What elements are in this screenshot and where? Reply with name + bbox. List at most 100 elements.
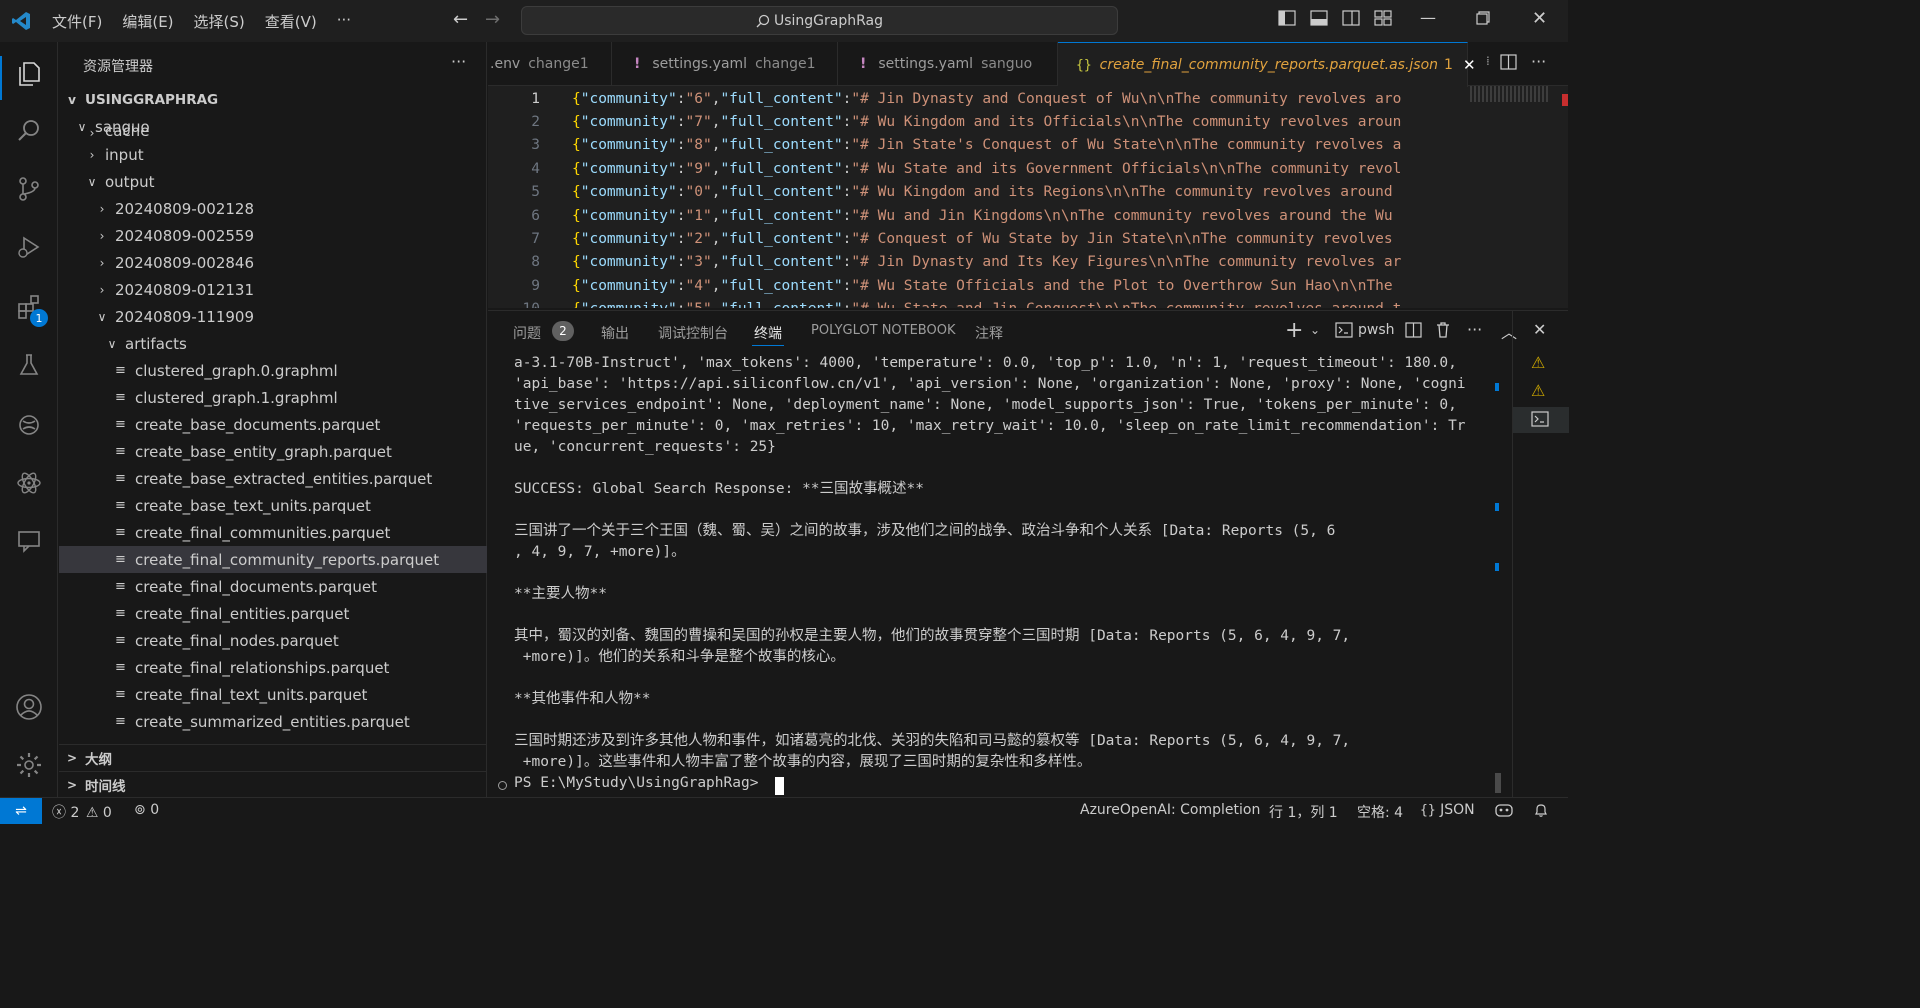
tree-file[interactable]: ≡ create_base_text_units.parquet bbox=[59, 492, 487, 519]
tab-problems[interactable]: 问题 bbox=[513, 323, 541, 343]
tree-folder[interactable]: › 20240809-002128 bbox=[59, 195, 487, 222]
split-terminal-icon[interactable] bbox=[1405, 322, 1422, 342]
tree-folder[interactable]: › cache bbox=[59, 126, 487, 140]
menu-file[interactable]: 文件(F) bbox=[52, 11, 102, 32]
tab-polyglot-notebook[interactable]: POLYGLOT NOTEBOOK bbox=[811, 323, 955, 338]
explorer-more-icon[interactable]: ··· bbox=[451, 52, 466, 71]
search-sidebar-icon[interactable] bbox=[14, 116, 44, 146]
tabs-overflow-icon[interactable]: ⁞ bbox=[1486, 54, 1490, 68]
terminal-instance[interactable] bbox=[1513, 407, 1569, 433]
tree-file[interactable]: ≡ create_final_relationships.parquet bbox=[59, 654, 487, 681]
warning-icon[interactable]: ⚠ bbox=[1531, 353, 1545, 372]
menu-more[interactable]: ··· bbox=[337, 11, 351, 32]
code-view[interactable]: 1{"community": "6", "full_content": "# Jin … bbox=[488, 86, 1468, 309]
tree-file[interactable]: ≡ create_base_entity_graph.parquet bbox=[59, 438, 487, 465]
react-atom-icon[interactable] bbox=[14, 468, 44, 498]
menu-edit[interactable]: 编辑(E) bbox=[122, 11, 173, 32]
new-terminal-icon[interactable]: + bbox=[1285, 318, 1303, 343]
ports-status[interactable]: ⊚ 0 bbox=[134, 802, 159, 818]
account-icon[interactable] bbox=[14, 692, 44, 722]
command-center-search[interactable]: UsingGraphRag bbox=[521, 6, 1118, 35]
tree-folder[interactable]: ∨ output bbox=[59, 168, 487, 195]
tab-env[interactable]: .env change1 bbox=[488, 42, 612, 86]
explorer-icon[interactable] bbox=[14, 58, 44, 88]
testing-icon[interactable] bbox=[14, 350, 44, 380]
close-window-icon[interactable]: ✕ bbox=[1532, 8, 1547, 29]
tree-file[interactable]: ≡ create_base_extracted_entities.parquet bbox=[59, 465, 487, 492]
forward-arrow-icon[interactable]: → bbox=[485, 9, 500, 30]
tree-folder[interactable]: › 20240809-012131 bbox=[59, 276, 487, 303]
tab-terminal[interactable]: 终端 bbox=[754, 323, 782, 343]
yaml-icon: ! bbox=[860, 56, 867, 72]
toggle-panel-icon[interactable] bbox=[1310, 10, 1328, 30]
source-control-icon[interactable] bbox=[14, 174, 44, 204]
tree-file[interactable]: ≡ create_base_documents.parquet bbox=[59, 411, 487, 438]
copilot-icon[interactable] bbox=[1494, 802, 1514, 822]
problems-status[interactable]: ⓧ 2 ⚠ 0 bbox=[52, 802, 112, 822]
settings-gear-icon[interactable] bbox=[14, 750, 44, 780]
tree-file[interactable]: ≡ create_final_nodes.parquet bbox=[59, 627, 487, 654]
terminal-scrollbar[interactable] bbox=[1495, 353, 1501, 793]
tree-file[interactable]: ≡ create_final_documents.parquet bbox=[59, 573, 487, 600]
editor-area: .env change1 ! settings.yaml change1 ! setti… bbox=[488, 42, 1568, 308]
editor-more-icon[interactable]: ··· bbox=[1531, 52, 1546, 71]
tree-folder[interactable]: ∨ artifacts bbox=[59, 330, 487, 357]
trash-icon[interactable] bbox=[1435, 321, 1451, 342]
tree-folder[interactable]: › input bbox=[59, 141, 487, 168]
tree-file[interactable]: ≡ clustered_graph.0.graphml bbox=[59, 357, 487, 384]
indentation-status[interactable]: 空格: 4 bbox=[1357, 802, 1403, 822]
remote-indicator-icon[interactable]: ⇌ bbox=[0, 798, 42, 824]
terminal-output[interactable]: a-3.1-70B-Instruct', 'max_tokens': 4000,… bbox=[514, 353, 1494, 794]
tree-file[interactable]: ≡ clustered_graph.1.graphml bbox=[59, 384, 487, 411]
restore-icon[interactable] bbox=[1476, 10, 1490, 29]
tree-folder[interactable]: › 20240809-002559 bbox=[59, 222, 487, 249]
tree-file[interactable]: ≡ create_summarized_entities.parquet bbox=[59, 708, 487, 735]
customize-layout-icon[interactable] bbox=[1374, 10, 1392, 30]
terminal-shell-name[interactable]: pwsh bbox=[1358, 322, 1395, 338]
tab-debug-console[interactable]: 调试控制台 bbox=[658, 323, 728, 343]
panel-more-icon[interactable]: ··· bbox=[1467, 320, 1482, 339]
chevron-down-icon[interactable]: ⌄ bbox=[1310, 323, 1320, 337]
tree-file[interactable]: ≡ create_final_communities.parquet bbox=[59, 519, 487, 546]
minimap[interactable] bbox=[1470, 86, 1550, 102]
file-lines-icon: ≡ bbox=[115, 525, 126, 540]
workspace-root[interactable]: v USINGGRAPHRAG bbox=[59, 86, 487, 113]
split-editor-icon[interactable] bbox=[1500, 54, 1517, 74]
file-lines-icon: ≡ bbox=[115, 390, 126, 405]
back-arrow-icon[interactable]: ← bbox=[453, 9, 468, 30]
timeline-section[interactable]: > 时间线 bbox=[59, 771, 487, 798]
close-tab-icon[interactable]: ✕ bbox=[1463, 56, 1476, 74]
notifications-bell-icon[interactable] bbox=[1533, 802, 1549, 822]
tree-file[interactable]: ≡ create_final_community_reports.parquet bbox=[59, 546, 487, 573]
terminal-line: SUCCESS: Global Search Response: **三国故事概… bbox=[514, 481, 924, 497]
remote-explorer-icon[interactable] bbox=[14, 410, 44, 440]
tab-settings-yaml-sanguo[interactable]: ! settings.yaml sanguo bbox=[838, 42, 1058, 86]
json-icon: {} bbox=[1076, 57, 1092, 73]
code-line: 7{"community": "2", "full_content": "# Conq… bbox=[488, 227, 1392, 250]
line-number: 5 bbox=[531, 184, 540, 201]
tab-settings-yaml-change1[interactable]: ! settings.yaml change1 bbox=[612, 42, 838, 86]
toggle-secondary-sidebar-icon[interactable] bbox=[1342, 10, 1360, 30]
chat-panel-icon[interactable] bbox=[14, 526, 44, 556]
toggle-primary-sidebar-icon[interactable] bbox=[1278, 10, 1296, 30]
run-debug-icon[interactable] bbox=[14, 232, 44, 262]
tree-file[interactable]: ≡ create_final_entities.parquet bbox=[59, 600, 487, 627]
language-mode[interactable]: {} JSON bbox=[1420, 802, 1475, 818]
tree-file[interactable]: ≡ create_final_text_units.parquet bbox=[59, 681, 487, 708]
file-lines-icon: ≡ bbox=[115, 363, 126, 378]
ai-mode-status[interactable]: AzureOpenAI: Completion bbox=[1080, 802, 1260, 818]
tab-output[interactable]: 输出 bbox=[601, 323, 629, 343]
tree-folder[interactable]: ∨ 20240809-111909 bbox=[59, 303, 487, 330]
menu-selection[interactable]: 选择(S) bbox=[194, 11, 245, 32]
outline-section[interactable]: > 大纲 bbox=[59, 744, 487, 771]
minimize-icon[interactable]: — bbox=[1420, 8, 1436, 27]
tree-folder[interactable]: › 20240809-002846 bbox=[59, 249, 487, 276]
warning-icon[interactable]: ⚠ bbox=[1531, 381, 1545, 400]
tab-comments[interactable]: 注释 bbox=[975, 323, 1003, 343]
cursor-position[interactable]: 行 1，列 1 bbox=[1269, 802, 1338, 822]
tab-community-reports-json[interactable]: {} create_final_community_reports.parquet… bbox=[1058, 42, 1476, 87]
menu-view[interactable]: 查看(V) bbox=[265, 11, 317, 32]
tree-item-label: create_final_entities.parquet bbox=[135, 604, 350, 623]
chevron-right-icon: › bbox=[89, 126, 95, 140]
